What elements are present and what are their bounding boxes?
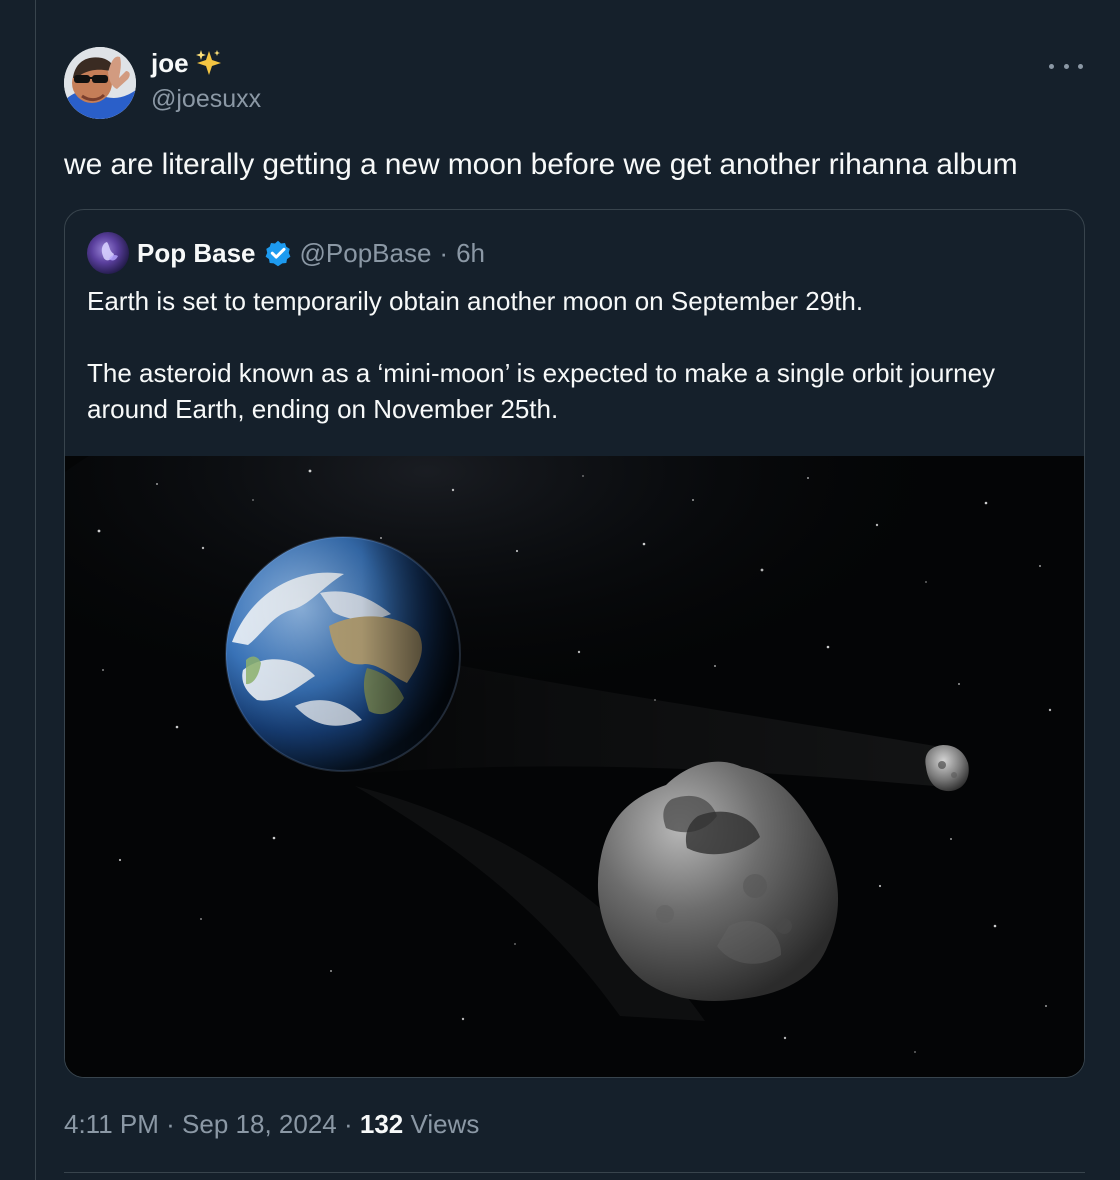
quoted-tweet-paragraph: Earth is set to temporarily obtain anoth…	[87, 286, 864, 316]
quoted-meta-separator: ·	[439, 237, 449, 268]
quoted-tweet-image[interactable]	[65, 456, 1084, 1077]
quoted-handle[interactable]: @PopBase	[300, 238, 432, 269]
tweet-text: we are literally getting a new moon befo…	[64, 148, 1018, 181]
more-options-dot	[1049, 63, 1054, 69]
quoted-tweet-paragraph: The asteroid known as a ‘mini-moon’ is e…	[87, 358, 996, 424]
quoted-tweet-header[interactable]: Pop Base @PopBase · 6h	[87, 231, 485, 275]
quoted-post-age[interactable]: 6h	[456, 238, 485, 269]
tweet-timestamp: 4:11 PM · Sep 18, 2024 · 132 Views	[64, 1106, 479, 1142]
views-count: 132	[359, 1109, 404, 1139]
more-options-icon[interactable]	[1049, 58, 1083, 74]
more-options-dot	[1078, 63, 1083, 69]
quoted-author-avatar[interactable]	[87, 232, 129, 274]
author-display-name[interactable]: joe	[151, 46, 189, 80]
timestamp-separator: ·	[166, 1109, 175, 1139]
author-block[interactable]: joe @joesuxx	[151, 46, 261, 116]
post-date[interactable]: Sep 18, 2024	[182, 1109, 337, 1139]
verified-badge-icon	[264, 239, 292, 267]
views-label: Views	[410, 1109, 480, 1139]
more-options-dot	[1063, 63, 1069, 69]
author-avatar[interactable]	[64, 47, 136, 119]
timestamp-separator: ·	[343, 1109, 353, 1139]
quoted-tweet-card[interactable]: Pop Base @PopBase · 6h Earth is set to t…	[64, 209, 1085, 1078]
quoted-tweet-text: Earth is set to temporarily obtain anoth…	[87, 283, 1077, 427]
tweet: joe @joesuxx we are literally getting a …	[64, 0, 1085, 1180]
timeline-left-rule	[35, 0, 36, 1180]
author-display-name-row[interactable]: joe	[151, 46, 261, 80]
author-handle[interactable]: @joesuxx	[151, 82, 261, 116]
quoted-author-name[interactable]: Pop Base	[137, 238, 256, 269]
post-time[interactable]: 4:11 PM	[64, 1109, 159, 1139]
tweet-divider	[64, 1172, 1085, 1173]
sparkles-icon	[195, 49, 223, 77]
